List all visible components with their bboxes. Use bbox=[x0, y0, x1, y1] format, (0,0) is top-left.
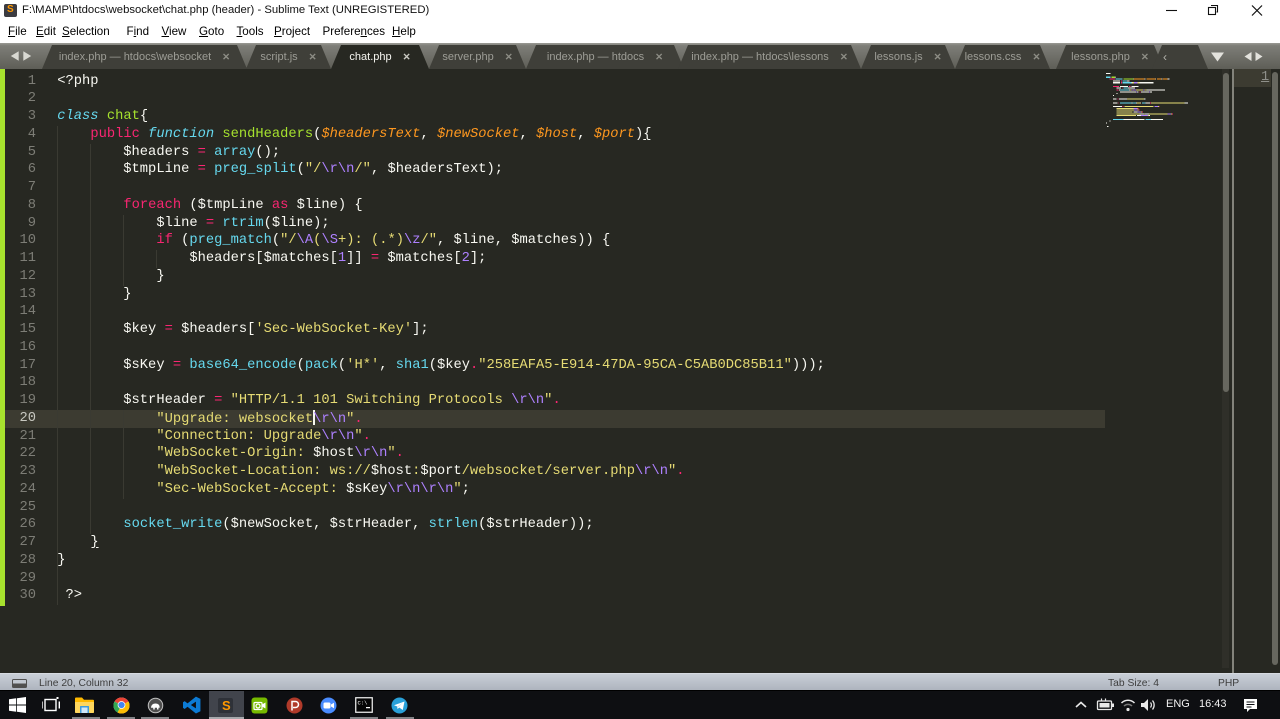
svg-text:C:\: C:\ bbox=[358, 700, 368, 707]
